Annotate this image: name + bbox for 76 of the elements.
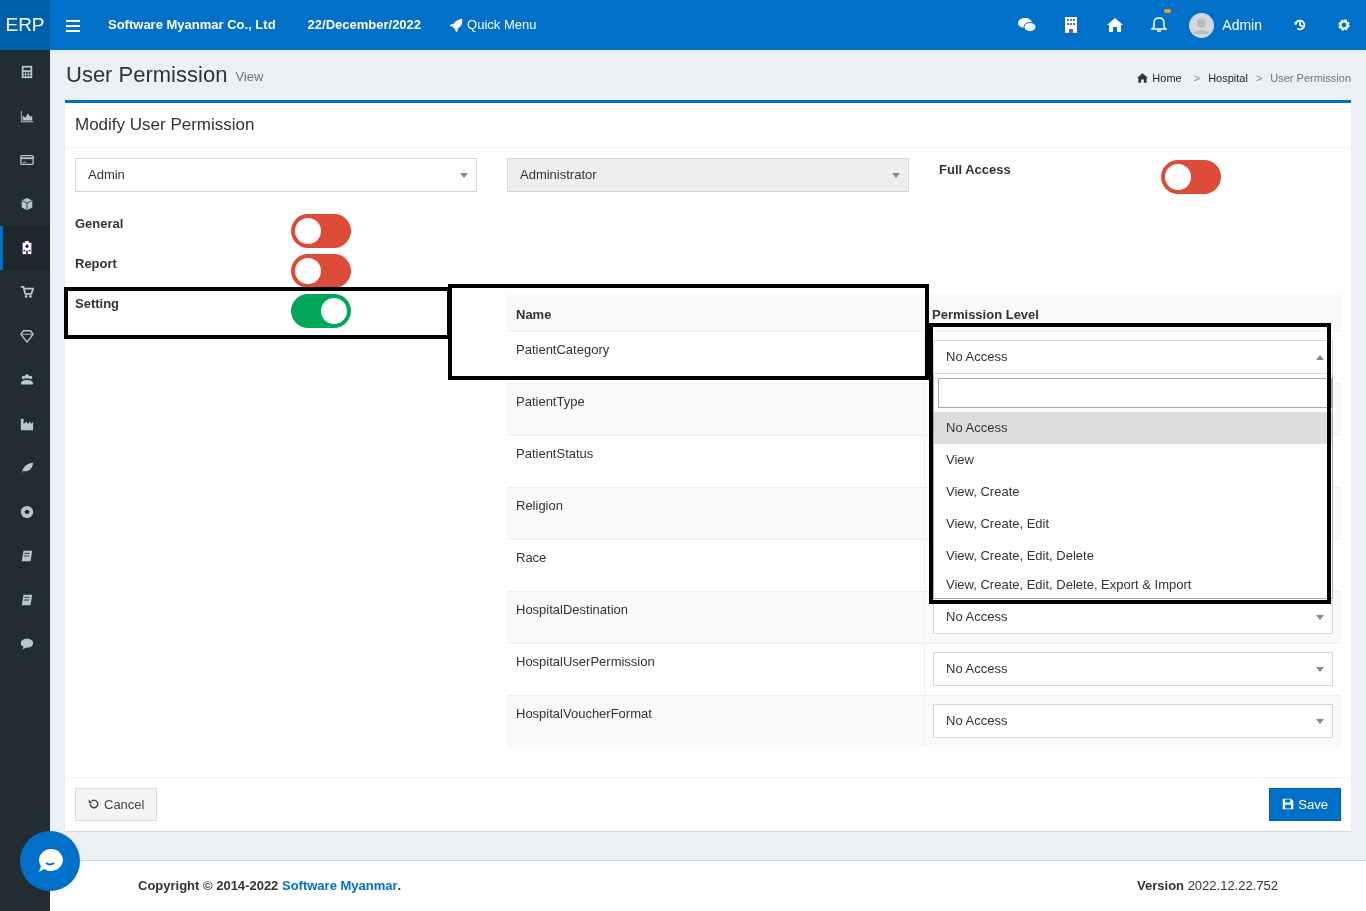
dropdown-option[interactable]: No Access xyxy=(934,411,1332,444)
dropdown-option[interactable]: View, Create, Edit xyxy=(934,507,1332,540)
industry-icon xyxy=(19,417,34,431)
page-title: User Permission xyxy=(66,64,228,86)
sidebar-item[interactable] xyxy=(0,226,50,270)
page-subtitle: View xyxy=(235,67,264,86)
cart-icon xyxy=(19,285,34,299)
breadcrumb-link[interactable]: Home xyxy=(1137,69,1182,86)
area-chart-icon xyxy=(19,109,34,123)
permission-select[interactable]: No Access xyxy=(933,703,1333,738)
user-select[interactable]: Admin xyxy=(75,157,477,192)
building-icon[interactable] xyxy=(1065,17,1078,33)
book-icon xyxy=(19,549,34,563)
home-icon xyxy=(1137,72,1149,83)
users-icon xyxy=(19,373,34,387)
toggle-label: General xyxy=(75,214,125,233)
table-cell: PatientStatus xyxy=(507,435,925,487)
rocket-icon xyxy=(449,18,464,32)
dropdown-option[interactable]: View xyxy=(934,443,1332,476)
table-cell: PatientType xyxy=(507,383,925,435)
caret-icon xyxy=(460,172,468,178)
toggle-switch[interactable] xyxy=(1160,159,1221,194)
toggle-switch[interactable] xyxy=(291,293,351,328)
notification-icon[interactable] xyxy=(1151,17,1168,33)
home-icon[interactable] xyxy=(1107,18,1124,32)
breadcrumb-current: User Permission xyxy=(1270,70,1351,86)
cancel-button[interactable]: Cancel xyxy=(75,787,158,821)
cube-icon xyxy=(19,197,34,211)
user-menu[interactable]: Admin xyxy=(1189,12,1262,38)
toggle-switch[interactable] xyxy=(291,253,351,288)
history-icon[interactable] xyxy=(1293,18,1307,32)
permission-select[interactable]: No Access xyxy=(933,339,1333,374)
table-cell: Religion xyxy=(507,487,925,539)
toggle-switch[interactable] xyxy=(291,213,351,248)
date-text: 22/December/2022 xyxy=(307,16,422,35)
toggle-label: Full Access xyxy=(939,160,1011,179)
brand-logo[interactable]: ERP xyxy=(0,0,50,50)
caret-icon xyxy=(1316,718,1324,724)
leaf-icon xyxy=(19,461,34,475)
permission-select[interactable]: No Access xyxy=(933,651,1333,686)
dropdown-option[interactable]: View, Create, Edit, Delete xyxy=(934,539,1332,572)
caret-icon xyxy=(1316,354,1324,360)
settings-icon[interactable] xyxy=(1337,18,1351,32)
table-cell: HospitalVoucherFormat xyxy=(507,695,925,747)
toggle-label: Setting xyxy=(75,294,121,313)
quick-menu-link[interactable]: Quick Menu xyxy=(449,15,537,35)
breadcrumb-separator: > xyxy=(1255,70,1263,86)
breadcrumb-separator: > xyxy=(1193,70,1201,86)
dropdown-option[interactable]: View, Create, Edit, Delete, Export & Import xyxy=(934,571,1332,598)
version-text: Version 2022.12.22.752 xyxy=(1137,877,1278,896)
toggle-label: Report xyxy=(75,254,118,273)
column-header: Name xyxy=(515,305,553,324)
save-button[interactable]: Save xyxy=(1269,787,1341,821)
avatar-icon xyxy=(1189,12,1215,38)
breadcrumb-link[interactable]: Hospital xyxy=(1208,69,1248,86)
ball-icon xyxy=(19,505,34,519)
card-icon xyxy=(19,153,34,167)
table-cell: Race xyxy=(507,539,925,591)
book-icon xyxy=(19,593,34,607)
table-cell: HospitalUserPermission xyxy=(507,643,925,695)
calculator-icon xyxy=(19,65,34,79)
search-field[interactable] xyxy=(938,377,1332,408)
column-header: Permission Level xyxy=(931,305,1039,324)
table-cell: PatientCategory xyxy=(507,331,925,383)
caret-icon xyxy=(1316,666,1324,672)
chat-icon[interactable] xyxy=(1018,17,1037,33)
company-name: Software Myanmar Co., Ltd xyxy=(108,16,276,35)
table-cell: HospitalDestination xyxy=(507,591,925,643)
dropdown-option[interactable]: View, Create xyxy=(934,475,1332,508)
diamond-icon xyxy=(19,329,34,343)
undo-icon xyxy=(88,798,100,811)
comment-icon xyxy=(19,637,34,651)
caret-icon xyxy=(1316,614,1324,620)
card-title: Modify User Permission xyxy=(65,103,1351,148)
copyright-text: Copyright © 2014-2022 Software Myanmar. xyxy=(138,877,402,896)
caret-icon xyxy=(892,172,900,178)
